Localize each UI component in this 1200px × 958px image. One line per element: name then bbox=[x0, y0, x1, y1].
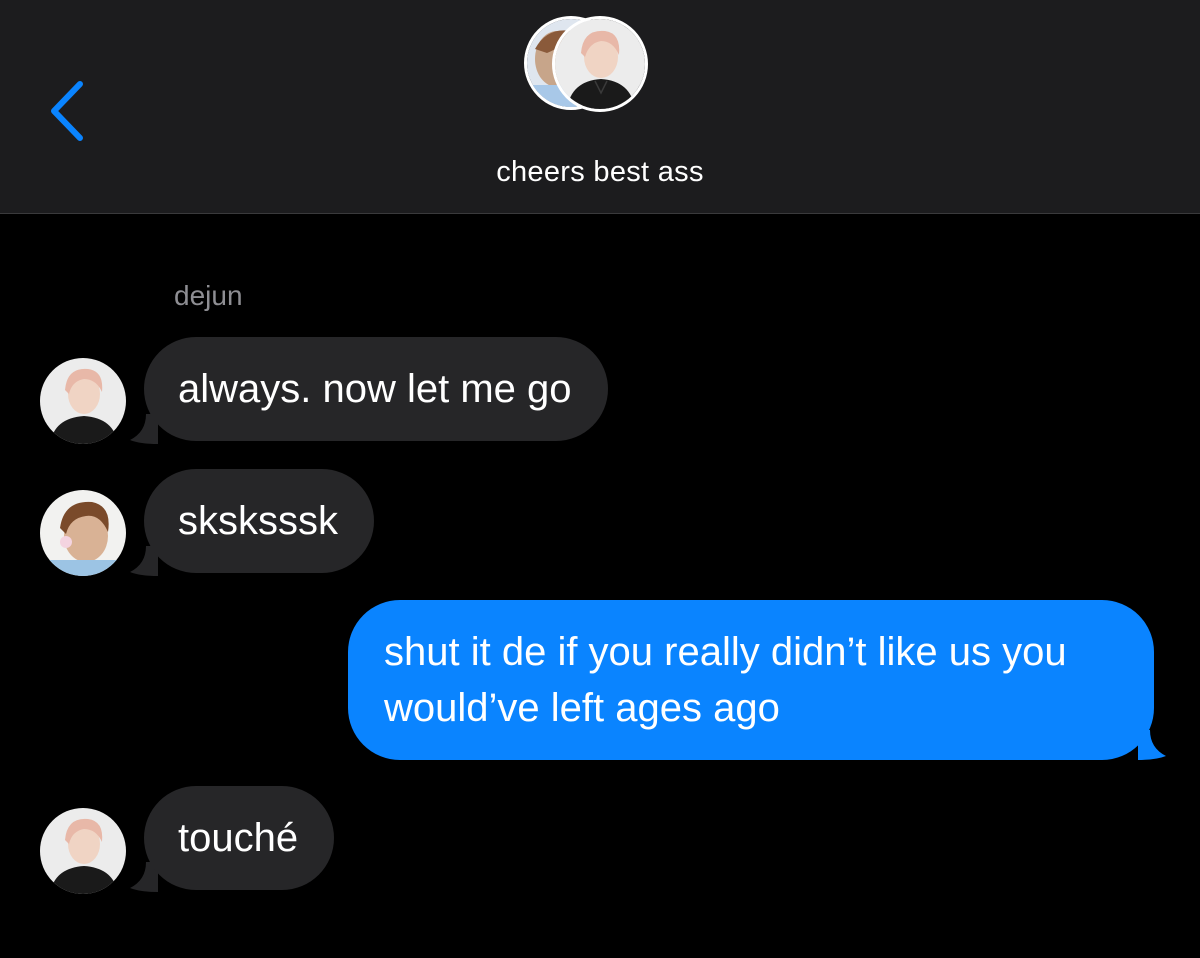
message-bubble-incoming[interactable]: always. now let me go bbox=[144, 337, 608, 441]
member-avatar-pink-hair bbox=[552, 16, 648, 112]
avatar[interactable] bbox=[40, 358, 126, 444]
conversation-header: cheers best ass bbox=[0, 0, 1200, 214]
message-bubble-incoming[interactable]: touché bbox=[144, 786, 335, 890]
avatar-pink-hair-icon bbox=[40, 358, 126, 444]
message-bubble-outgoing[interactable]: shut it de if you really didn’t like us … bbox=[348, 600, 1154, 760]
back-button[interactable] bbox=[40, 76, 100, 146]
sender-name-label: dejun bbox=[174, 280, 243, 311]
avatar-brown-hair-icon bbox=[40, 490, 126, 576]
avatar[interactable] bbox=[40, 490, 126, 576]
avatar[interactable] bbox=[40, 808, 126, 894]
group-title: cheers best ass bbox=[496, 156, 704, 188]
outgoing-bubble-tail bbox=[1138, 730, 1166, 760]
message-bubble-incoming[interactable]: sksksssk bbox=[144, 469, 374, 573]
group-avatar[interactable] bbox=[524, 16, 676, 140]
chevron-left-icon bbox=[51, 81, 83, 141]
avatar-pink-hair-icon bbox=[40, 808, 126, 894]
